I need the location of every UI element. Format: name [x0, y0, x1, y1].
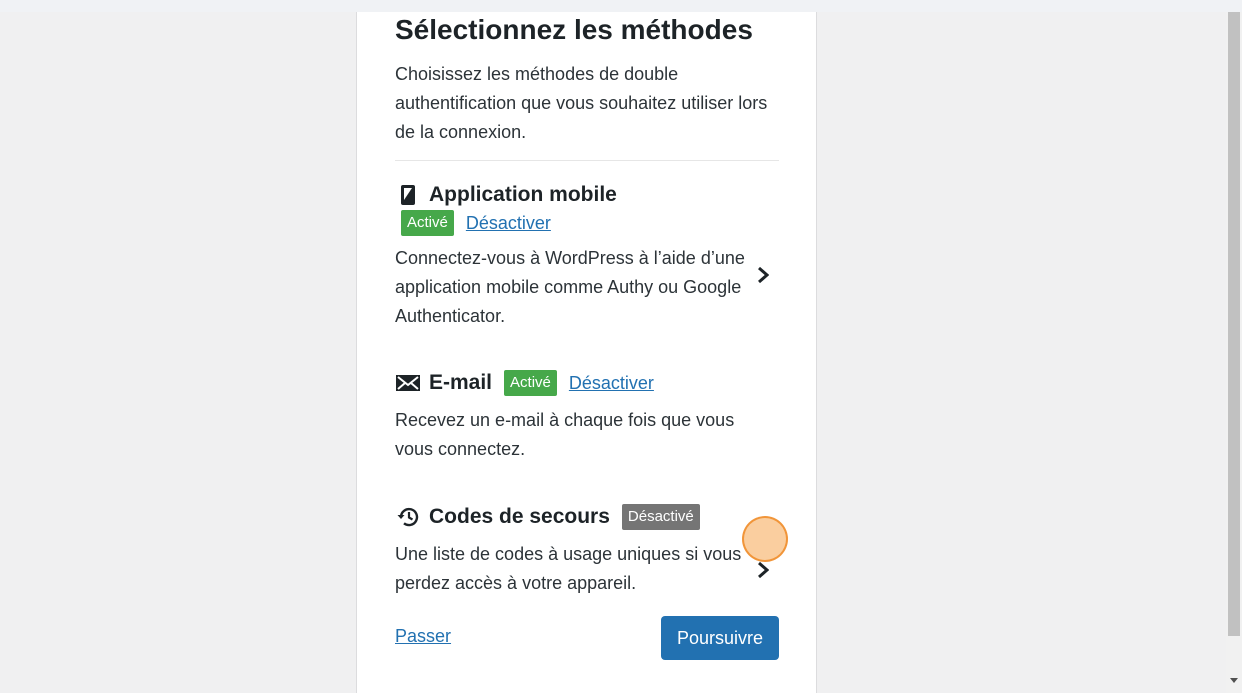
intro-text: Choisissez les méthodes de double authen… — [395, 64, 768, 142]
card-footer: Passer Poursuivre — [395, 616, 779, 660]
method-description: Une liste de codes à usage uniques si vo… — [395, 544, 742, 593]
divider — [395, 160, 779, 161]
method-title: E-mail — [429, 371, 493, 394]
setup-card: Sélectionnez les méthodes Choisissez les… — [356, 12, 817, 693]
method-backup-codes[interactable]: Codes de secours Désactivé Une liste de … — [395, 502, 779, 598]
scrollbar[interactable] — [1226, 12, 1242, 693]
chevron-right-icon[interactable] — [752, 559, 774, 581]
method-title: Application mobile — [429, 183, 617, 206]
envelope-icon — [395, 370, 421, 396]
disable-email-link[interactable]: Désactiver — [569, 373, 654, 394]
disable-mobile-link[interactable]: Désactiver — [466, 213, 551, 234]
status-badge: Activé — [401, 210, 454, 236]
chevron-right-icon[interactable] — [752, 264, 774, 286]
method-mobile-app[interactable]: Application mobile Activé Désactiver Con… — [395, 180, 779, 331]
skip-link[interactable]: Passer — [395, 626, 451, 647]
continue-button[interactable]: Poursuivre — [661, 616, 779, 660]
mobile-phone-icon — [395, 182, 421, 208]
method-header: Application mobile — [395, 180, 779, 210]
click-highlight — [742, 516, 788, 562]
page-title: Sélectionnez les méthodes — [395, 14, 753, 45]
method-header: Codes de secours Désactivé — [395, 502, 779, 532]
status-badge: Activé — [504, 370, 557, 396]
method-email[interactable]: E-mail Activé Désactiver Recevez un e-ma… — [395, 368, 779, 464]
scroll-down-arrow-icon[interactable] — [1229, 672, 1239, 683]
top-strip — [0, 0, 1242, 12]
method-description: Recevez un e-mail à chaque fois que vous… — [395, 410, 735, 459]
scrollbar-thumb[interactable] — [1228, 12, 1240, 636]
method-title: Codes de secours — [429, 505, 610, 528]
method-header: E-mail Activé Désactiver — [395, 368, 779, 398]
status-badge: Désactivé — [621, 504, 700, 530]
history-icon — [395, 504, 421, 530]
method-description: Connectez-vous à WordPress à l’aide d’un… — [395, 248, 745, 326]
